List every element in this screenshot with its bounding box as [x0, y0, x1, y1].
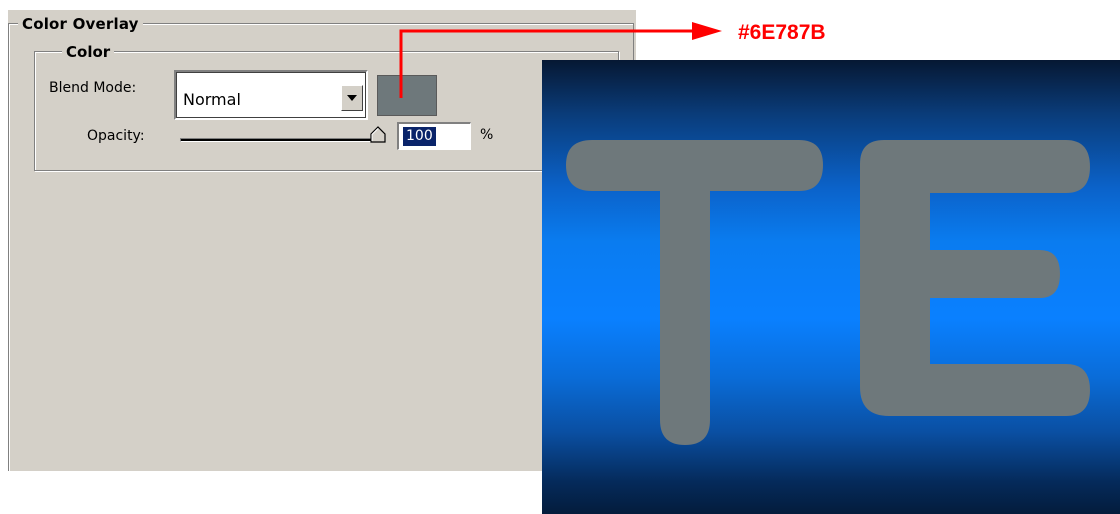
hex-color-label: #6E787B — [738, 21, 826, 44]
callout-arrow — [399, 22, 722, 98]
